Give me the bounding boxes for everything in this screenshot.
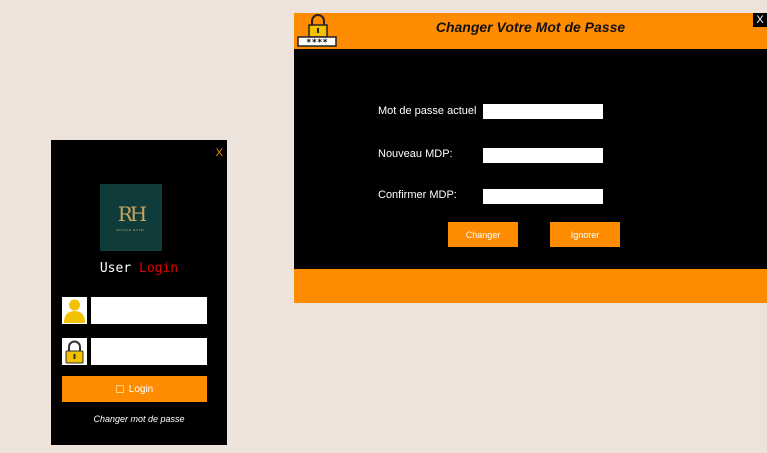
change-password-header: **** Changer Votre Mot de Passe X: [294, 13, 767, 49]
confirm-password-label: Confirmer MDP:: [378, 189, 457, 201]
confirm-password-input[interactable]: [483, 189, 603, 204]
login-button-label: Login: [128, 383, 154, 395]
badge-stars: ****: [306, 38, 328, 47]
login-window: X RH ROYALE HOTEL User Login Login Chang…: [51, 140, 227, 445]
change-password-close-button[interactable]: X: [753, 13, 767, 27]
change-password-title: Changer Votre Mot de Passe: [435, 19, 626, 35]
hotel-logo: RH ROYALE HOTEL: [100, 184, 162, 251]
change-password-link[interactable]: Changer mot de passe: [51, 414, 227, 424]
change-password-window: **** Changer Votre Mot de Passe X Mot de…: [294, 13, 767, 303]
login-title-user: User: [99, 261, 132, 276]
logo-subtext: ROYALE HOTEL: [116, 227, 146, 232]
logo-monogram: RH: [117, 201, 147, 226]
new-password-input[interactable]: [483, 148, 603, 163]
ignore-button[interactable]: Ignorer: [550, 222, 620, 247]
current-password-input[interactable]: [483, 104, 603, 119]
lock-icon: [62, 338, 87, 365]
login-button[interactable]: Login: [62, 376, 207, 402]
password-input[interactable]: [91, 338, 207, 365]
username-input[interactable]: [91, 297, 207, 324]
change-button[interactable]: Changer: [448, 222, 518, 247]
login-title-login: Login: [139, 261, 179, 276]
new-password-label: Nouveau MDP:: [378, 148, 453, 160]
user-icon: [62, 297, 87, 324]
login-close-button[interactable]: X: [216, 147, 223, 159]
change-password-footer: [294, 269, 767, 303]
current-password-label: Mot de passe actuel: [378, 105, 477, 117]
login-title: User Login: [51, 261, 227, 276]
login-icon: [115, 385, 124, 393]
